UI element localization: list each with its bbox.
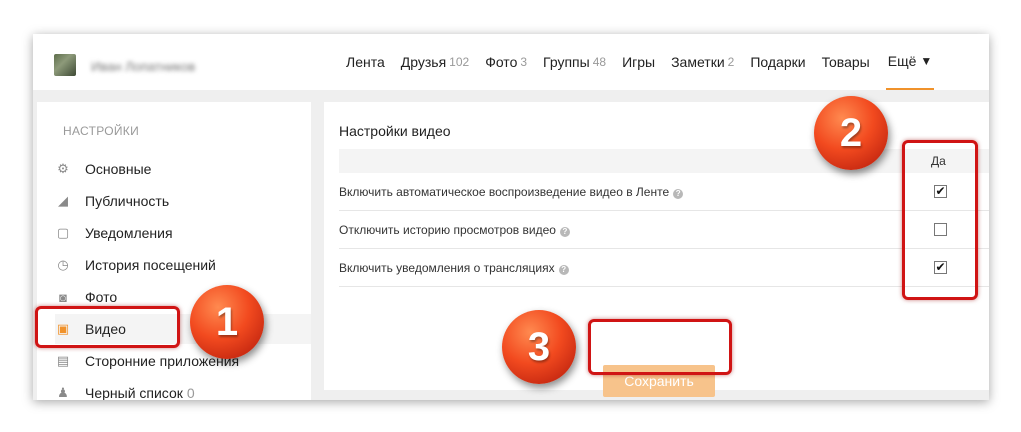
nav-count: 48	[592, 55, 607, 69]
step-badge-1: 1	[190, 285, 264, 359]
camera-icon: ◙	[59, 289, 67, 305]
nav-friends[interactable]: Друзья 102	[401, 34, 469, 90]
nav-count: 3	[520, 55, 528, 69]
sidebar-item-label: История посещений	[85, 257, 216, 273]
sidebar-item-blacklist[interactable]: ♟ Черный список 0	[55, 378, 311, 400]
step-badge-2: 2	[814, 96, 888, 170]
step-badge-3: 3	[502, 310, 576, 384]
sidebar-item-history[interactable]: ◷ История посещений	[55, 250, 311, 280]
nav-games[interactable]: Игры	[622, 34, 655, 90]
nav-more[interactable]: Ещё ▼	[885, 34, 935, 90]
notification-icon: ▢	[56, 225, 70, 240]
setting-label: Включить уведомления о трансляциях	[339, 261, 555, 275]
table-header	[339, 149, 989, 173]
nav-goods[interactable]: Товары	[822, 34, 870, 90]
highlight-video-item	[35, 306, 180, 348]
apps-icon: ▤	[56, 353, 70, 368]
main-nav: Лента Друзья 102 Фото 3 Группы 48 Игры Заме…	[346, 34, 935, 90]
page-title: Настройки видео	[339, 123, 451, 139]
nav-notes[interactable]: Заметки 2	[671, 34, 734, 90]
highlight-save-button	[588, 319, 732, 375]
sidebar-item-third-party-apps[interactable]: ▤ Сторонние приложения	[55, 346, 311, 376]
nav-count: 2	[727, 55, 735, 69]
nav-count: 102	[449, 55, 470, 69]
nav-photo[interactable]: Фото 3	[485, 34, 527, 90]
help-icon[interactable]: ?	[673, 189, 684, 199]
sidebar-item-notifications[interactable]: ▢ Уведомления	[55, 218, 311, 248]
nav-feed[interactable]: Лента	[346, 34, 385, 90]
megaphone-icon: ◢	[58, 193, 68, 208]
table-row: Отключить историю просмотров видео?	[339, 211, 989, 249]
blocked-user-icon: ♟	[57, 385, 69, 400]
sidebar-item-label: Уведомления	[85, 225, 173, 241]
sidebar-item-label: Основные	[85, 161, 152, 177]
avatar[interactable]	[54, 54, 76, 76]
user-name[interactable]: Иван Лопатников	[91, 59, 195, 74]
table-row: Включить автоматическое воспроизведение …	[339, 173, 989, 211]
settings-sidebar: НАСТРОЙКИ ⚙ Основные ◢ Публичность ▢ Уве…	[37, 102, 311, 400]
table-row: Включить уведомления о трансляциях? ✔	[339, 249, 989, 287]
gear-icon: ⚙	[57, 161, 69, 176]
highlight-checkbox-column	[902, 140, 978, 300]
setting-label: Отключить историю просмотров видео	[339, 223, 556, 237]
history-icon: ◷	[57, 257, 69, 272]
sidebar-item-publicity[interactable]: ◢ Публичность	[55, 186, 311, 216]
top-bar: Иван Лопатников Лента Друзья 102 Фото 3 Гр…	[33, 34, 989, 90]
help-icon[interactable]: ?	[558, 265, 569, 275]
sidebar-item-general[interactable]: ⚙ Основные	[55, 154, 311, 184]
caret-down-icon: ▼	[920, 54, 933, 68]
nav-gifts[interactable]: Подарки	[750, 34, 805, 90]
sidebar-item-count: 0	[186, 385, 195, 400]
setting-label: Включить автоматическое воспроизведение …	[339, 185, 670, 199]
sidebar-item-label: Фото	[85, 289, 118, 305]
nav-groups[interactable]: Группы 48	[543, 34, 606, 90]
sidebar-item-label: Публичность	[85, 193, 170, 209]
help-icon[interactable]: ?	[559, 227, 570, 237]
sidebar-item-label: Черный список	[85, 385, 183, 400]
sidebar-title: НАСТРОЙКИ	[63, 124, 140, 138]
